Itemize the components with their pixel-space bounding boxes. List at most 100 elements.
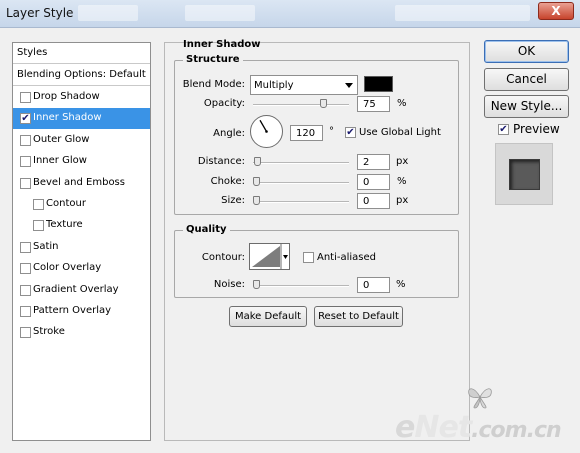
watermark-e: e: [395, 410, 415, 445]
noise-slider-thumb[interactable]: [253, 280, 260, 289]
choke-slider-thumb[interactable]: [253, 177, 260, 186]
style-item-pattern-overlay[interactable]: Pattern Overlay: [13, 301, 150, 322]
style-item-checkbox[interactable]: [20, 242, 31, 253]
contour-picker[interactable]: [249, 243, 290, 270]
noise-unit: %: [396, 279, 406, 290]
use-global-light-checkbox[interactable]: ✔: [345, 127, 356, 138]
style-item-label: Bevel and Emboss: [33, 177, 125, 188]
angle-dial-icon: [259, 119, 268, 133]
watermark-domain: .com.cn: [471, 418, 561, 443]
close-icon: X: [551, 4, 561, 18]
style-item-color-overlay[interactable]: Color Overlay: [13, 258, 150, 279]
noise-input[interactable]: 0: [357, 277, 390, 293]
butterfly-icon: [468, 388, 492, 409]
style-item-outer-glow[interactable]: Outer Glow: [13, 130, 150, 151]
style-item-label: Contour: [46, 198, 86, 209]
distance-unit: px: [396, 156, 409, 167]
style-item-label: Stroke: [33, 326, 65, 337]
style-item-label: Satin: [33, 241, 59, 252]
preview-swatch: [509, 159, 540, 190]
styles-list: Styles Blending Options: Default Drop Sh…: [12, 42, 151, 441]
size-input[interactable]: 0: [357, 193, 390, 209]
choke-value: 0: [363, 177, 370, 188]
style-item-stroke[interactable]: Stroke: [13, 322, 150, 343]
style-item-contour[interactable]: Contour: [13, 194, 150, 215]
section-title: Inner Shadow: [183, 39, 261, 50]
style-item-checkbox[interactable]: [20, 156, 31, 167]
style-item-drop-shadow[interactable]: Drop Shadow: [13, 87, 150, 108]
distance-label: Distance:: [197, 156, 245, 167]
anti-aliased-label: Anti-aliased: [317, 252, 377, 263]
choke-label: Choke:: [210, 176, 245, 187]
blending-options-label: Blending Options: Default: [17, 69, 146, 80]
toolbar-blur: [78, 5, 138, 21]
blending-options-item[interactable]: Blending Options: Default: [13, 65, 150, 86]
cancel-button[interactable]: Cancel: [484, 68, 569, 91]
distance-input[interactable]: 2: [357, 154, 390, 170]
angle-dial[interactable]: [250, 115, 283, 148]
style-item-label: Inner Shadow: [33, 112, 102, 123]
style-item-checkbox[interactable]: [20, 263, 31, 274]
style-item-checkbox[interactable]: [20, 92, 31, 103]
style-item-texture[interactable]: Texture: [13, 215, 150, 236]
styles-header[interactable]: Styles: [13, 43, 150, 64]
window-title: Layer Style: [6, 6, 74, 20]
close-button[interactable]: X: [538, 2, 574, 20]
angle-input[interactable]: 120: [290, 125, 323, 141]
size-slider-thumb[interactable]: [253, 196, 260, 205]
blend-mode-value: Multiply: [254, 80, 294, 91]
style-item-inner-shadow[interactable]: ✔ Inner Shadow: [13, 108, 150, 129]
noise-slider[interactable]: [253, 285, 349, 287]
style-item-checkbox[interactable]: [33, 220, 44, 231]
preview-label: Preview: [513, 122, 560, 136]
reset-to-default-button[interactable]: Reset to Default: [314, 306, 403, 327]
angle-value: 120: [296, 128, 316, 139]
style-item-gradient-overlay[interactable]: Gradient Overlay: [13, 280, 150, 301]
noise-label: Noise:: [213, 279, 245, 290]
size-label: Size:: [221, 195, 245, 206]
style-item-checkbox[interactable]: [20, 285, 31, 296]
opacity-slider[interactable]: [253, 104, 349, 106]
style-item-satin[interactable]: Satin: [13, 237, 150, 258]
distance-value: 2: [363, 157, 370, 168]
contour-curve-icon: [252, 244, 288, 269]
style-item-inner-glow[interactable]: Inner Glow: [13, 151, 150, 172]
style-item-checkbox[interactable]: [33, 199, 44, 210]
size-value: 0: [363, 196, 370, 207]
opacity-value: 75: [363, 99, 376, 110]
make-default-button[interactable]: Make Default: [229, 306, 307, 327]
opacity-slider-thumb[interactable]: [320, 99, 327, 108]
choke-input[interactable]: 0: [357, 174, 390, 190]
layer-style-dialog: Layer Style X Styles Blending Options: D…: [0, 0, 580, 453]
distance-slider[interactable]: [253, 162, 349, 164]
opacity-input[interactable]: 75: [357, 96, 390, 112]
shadow-color-swatch[interactable]: [364, 76, 393, 92]
style-item-label: Drop Shadow: [33, 91, 100, 102]
ok-button[interactable]: OK: [484, 40, 569, 63]
style-item-label: Outer Glow: [33, 134, 90, 145]
style-item-checkbox[interactable]: ✔: [20, 113, 31, 124]
style-item-checkbox[interactable]: [20, 135, 31, 146]
style-item-checkbox[interactable]: [20, 327, 31, 338]
contour-label: Contour:: [201, 252, 245, 263]
style-item-checkbox[interactable]: [20, 178, 31, 189]
style-item-checkbox[interactable]: [20, 306, 31, 317]
blend-mode-select[interactable]: Multiply: [250, 75, 358, 95]
styles-header-label: Styles: [17, 47, 48, 58]
chevron-down-icon: [283, 255, 288, 259]
choke-slider[interactable]: [253, 182, 349, 184]
toolbar-blur: [185, 5, 255, 21]
title-bar[interactable]: Layer Style X: [0, 0, 580, 28]
style-item-label: Inner Glow: [33, 155, 87, 166]
anti-aliased-checkbox[interactable]: [303, 252, 314, 263]
new-style-button[interactable]: New Style...: [484, 95, 569, 118]
style-item-label: Pattern Overlay: [33, 305, 112, 316]
use-global-light-label: Use Global Light: [359, 127, 441, 138]
watermark-net: Net: [414, 410, 472, 445]
angle-label: Angle:: [213, 128, 245, 139]
preview-checkbox[interactable]: ✔: [498, 124, 509, 135]
distance-slider-thumb[interactable]: [254, 157, 261, 166]
style-item-bevel-and-emboss[interactable]: Bevel and Emboss: [13, 173, 150, 194]
preview-thumbnail: [495, 143, 553, 205]
size-slider[interactable]: [253, 201, 349, 203]
